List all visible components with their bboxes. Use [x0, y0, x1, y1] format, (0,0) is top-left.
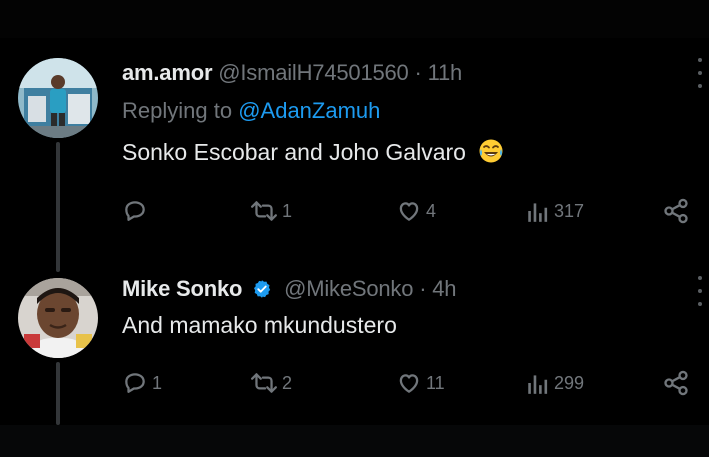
reply-button[interactable]: 1 — [122, 366, 162, 400]
views-count: 317 — [554, 200, 585, 221]
share-icon — [664, 198, 688, 224]
share-button[interactable] — [662, 366, 690, 400]
tweet-header: am.amor @IsmailH74501560 · 11h — [122, 60, 462, 86]
display-name[interactable]: Mike Sonko — [122, 276, 242, 301]
tweet-text-content: And mamako mkundustero — [122, 312, 397, 338]
share-button[interactable] — [662, 194, 690, 228]
replying-to-line: Replying to @AdanZamuh — [122, 98, 380, 124]
user-handle[interactable]: @MikeSonko — [284, 276, 413, 301]
like-icon — [399, 202, 419, 221]
header-separator: · — [414, 60, 422, 85]
reply-count: 1 — [152, 372, 163, 393]
tweet-text: And mamako mkundustero — [122, 312, 397, 339]
avatar-am-amor[interactable] — [18, 58, 98, 138]
views-button[interactable]: 299 — [526, 366, 584, 400]
face-with-tears-of-joy-icon — [478, 138, 504, 164]
tweet-actions: 1 2 11 299 — [122, 366, 702, 400]
thread-connector — [56, 362, 60, 425]
thread-connector — [56, 142, 60, 272]
tweet-header: Mike Sonko @MikeSonko · 4h — [122, 276, 457, 302]
retweet-button[interactable]: 1 — [250, 194, 292, 228]
tweet-2[interactable]: Mike Sonko @MikeSonko · 4h And mamako mk… — [0, 272, 709, 425]
header-separator: · — [419, 276, 427, 301]
views-count: 299 — [554, 372, 585, 393]
like-count: 4 — [426, 200, 437, 221]
replying-to-handle[interactable]: @AdanZamuh — [238, 98, 380, 123]
timestamp[interactable]: 4h — [432, 276, 456, 301]
retweet-button[interactable]: 2 — [250, 366, 292, 400]
tweet-text: Sonko Escobar and Joho Galvaro — [122, 138, 504, 166]
tweet-1[interactable]: am.amor @IsmailH74501560 · 11h Replying … — [0, 50, 709, 272]
replying-to-label: Replying to — [122, 98, 233, 123]
retweet-icon — [251, 373, 277, 393]
views-icon — [528, 203, 548, 222]
bottom-band — [0, 425, 709, 457]
retweet-count: 1 — [282, 200, 293, 221]
reply-button[interactable] — [122, 194, 152, 228]
more-options-icon[interactable] — [697, 58, 703, 88]
views-button[interactable]: 317 — [526, 194, 584, 228]
more-options-icon[interactable] — [697, 276, 703, 306]
tweet-text-content: Sonko Escobar and Joho Galvaro — [122, 139, 466, 165]
user-handle[interactable]: @IsmailH74501560 — [218, 60, 409, 85]
top-shadow-band — [0, 0, 709, 38]
display-name[interactable]: am.amor — [122, 60, 213, 85]
timestamp[interactable]: 11h — [428, 60, 463, 85]
like-button[interactable]: 11 — [396, 366, 445, 400]
like-count: 11 — [426, 372, 445, 393]
retweet-icon — [251, 201, 277, 221]
retweet-count: 2 — [282, 372, 293, 393]
verified-badge-icon — [252, 279, 272, 299]
views-icon — [528, 375, 548, 394]
tweet-thread-screen: am.amor @IsmailH74501560 · 11h Replying … — [0, 0, 709, 457]
tweet-actions: 1 4 317 — [122, 194, 702, 228]
reply-icon — [125, 373, 145, 393]
like-button[interactable]: 4 — [396, 194, 436, 228]
avatar-mike-sonko[interactable] — [18, 278, 98, 358]
like-icon — [399, 374, 419, 393]
reply-icon — [125, 201, 145, 221]
share-icon — [664, 370, 688, 396]
